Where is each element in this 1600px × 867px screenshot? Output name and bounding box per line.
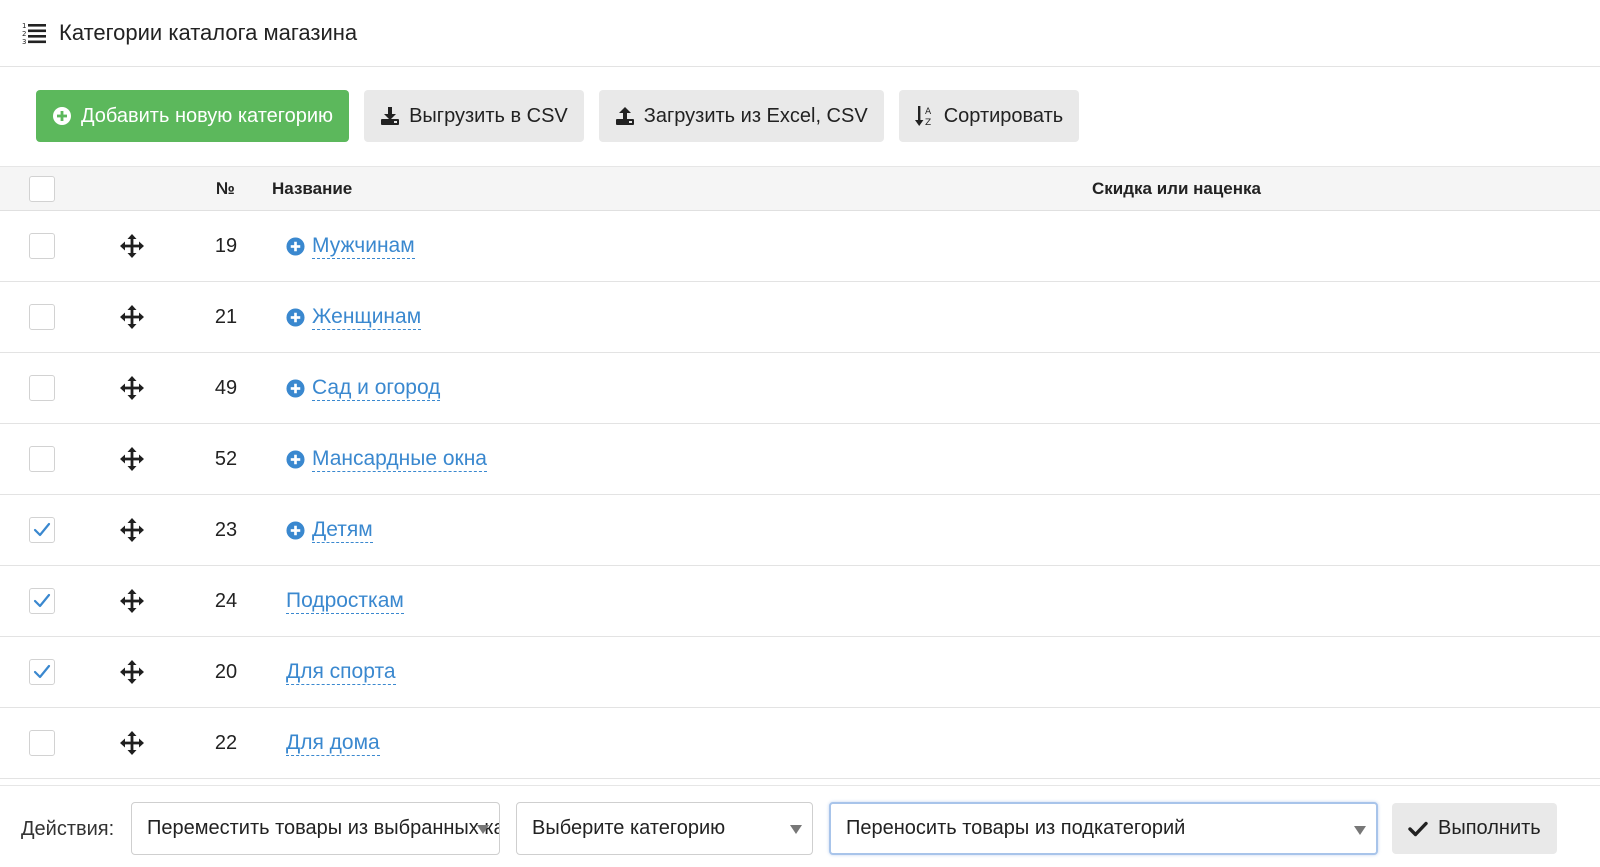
plus-circle-icon bbox=[53, 107, 71, 125]
checkmark-icon bbox=[33, 664, 51, 679]
actions-label: Действия: bbox=[21, 818, 115, 840]
export-csv-label: Выгрузить в CSV bbox=[409, 104, 568, 127]
category-name-link[interactable]: Детям bbox=[312, 518, 373, 543]
add-category-button[interactable]: Добавить новую категорию bbox=[36, 90, 350, 142]
table-row: 52 Мансардные окна bbox=[0, 424, 1600, 495]
table-row: 22 Для дома bbox=[0, 708, 1600, 779]
subcategory-mode-select[interactable]: Переносить товары из подкатегорий bbox=[829, 802, 1378, 855]
drag-move-icon[interactable] bbox=[120, 305, 144, 329]
page-title: Категории каталога магазина bbox=[59, 20, 358, 45]
category-name-link[interactable]: Для спорта bbox=[286, 660, 396, 685]
row-checkbox[interactable] bbox=[29, 517, 55, 543]
row-checkbox[interactable] bbox=[29, 304, 55, 330]
category-name-link[interactable]: Мужчинам bbox=[312, 234, 415, 259]
page-header: 1 2 3 Категории каталога магазина bbox=[0, 0, 1600, 67]
drag-move-icon[interactable] bbox=[120, 234, 144, 258]
svg-text:3: 3 bbox=[22, 38, 26, 45]
add-category-label: Добавить новую категорию bbox=[81, 104, 334, 127]
sort-alpha-icon: A Z bbox=[914, 106, 932, 127]
action-select[interactable]: Переместить товары из выбранных категори… bbox=[131, 802, 500, 855]
checkmark-icon bbox=[33, 593, 51, 608]
sort-label: Сортировать bbox=[943, 104, 1064, 127]
execute-button[interactable]: Выполнить bbox=[1392, 803, 1557, 854]
row-name-cell: Мужчинам bbox=[286, 211, 415, 281]
numbered-list-icon: 1 2 3 bbox=[22, 22, 46, 45]
row-number: 24 bbox=[214, 590, 238, 612]
row-checkbox[interactable] bbox=[29, 659, 55, 685]
column-header-number: № bbox=[216, 179, 235, 198]
drag-move-icon[interactable] bbox=[120, 518, 144, 542]
column-header-name: Название bbox=[272, 179, 353, 198]
row-number: 20 bbox=[214, 661, 238, 683]
dropdown-arrow-icon bbox=[790, 825, 802, 834]
table-row: 20 Для спорта bbox=[0, 637, 1600, 708]
svg-text:1: 1 bbox=[22, 22, 26, 30]
import-excel-csv-button[interactable]: Загрузить из Excel, CSV bbox=[598, 90, 884, 142]
category-name-link[interactable]: Для дома bbox=[286, 731, 380, 756]
expand-plus-icon[interactable] bbox=[286, 236, 305, 256]
action-select-value: Переместить товары из выбранных категори… bbox=[147, 817, 499, 839]
row-number: 19 bbox=[214, 235, 238, 257]
row-number: 22 bbox=[214, 732, 238, 754]
upload-icon bbox=[615, 107, 634, 125]
table-row: 23 Детям bbox=[0, 495, 1600, 566]
svg-text:Z: Z bbox=[925, 118, 931, 127]
row-checkbox[interactable] bbox=[29, 588, 55, 614]
categories-table: № Название Скидка или наценка 19 Мужчина… bbox=[0, 166, 1600, 779]
row-name-cell: Подросткам bbox=[286, 566, 404, 636]
row-name-cell: Сад и огород bbox=[286, 353, 441, 423]
subcategory-mode-value: Переносить товары из подкатегорий bbox=[846, 817, 1186, 839]
table-row: 19 Мужчинам bbox=[0, 211, 1600, 282]
expand-plus-icon[interactable] bbox=[286, 449, 305, 469]
checkmark-icon bbox=[1408, 821, 1428, 836]
table-body: 19 Мужчинам 21 Женщинам 49 Сад и огород … bbox=[0, 211, 1600, 779]
drag-move-icon[interactable] bbox=[120, 447, 144, 471]
column-header-discount: Скидка или наценка bbox=[1092, 179, 1261, 198]
export-csv-button[interactable]: Выгрузить в CSV bbox=[364, 90, 584, 142]
row-number: 23 bbox=[214, 519, 238, 541]
row-checkbox[interactable] bbox=[29, 446, 55, 472]
table-row: 24 Подросткам bbox=[0, 566, 1600, 637]
toolbar: Добавить новую категорию Выгрузить в CSV… bbox=[36, 90, 1080, 142]
row-number: 52 bbox=[214, 448, 238, 470]
row-name-cell: Для дома bbox=[286, 708, 380, 778]
drag-move-icon[interactable] bbox=[120, 376, 144, 400]
table-row: 21 Женщинам bbox=[0, 282, 1600, 353]
expand-plus-icon[interactable] bbox=[286, 307, 305, 327]
sort-button[interactable]: A Z Сортировать bbox=[898, 90, 1080, 142]
expand-plus-icon[interactable] bbox=[286, 520, 305, 540]
drag-move-icon[interactable] bbox=[120, 589, 144, 613]
row-checkbox[interactable] bbox=[29, 233, 55, 259]
svg-text:2: 2 bbox=[22, 30, 26, 38]
dropdown-arrow-icon bbox=[1354, 826, 1366, 835]
select-all-checkbox[interactable] bbox=[29, 176, 55, 202]
target-category-value: Выберите категорию bbox=[532, 817, 726, 839]
category-name-link[interactable]: Сад и огород bbox=[312, 376, 441, 401]
bulk-actions-bar: Действия: Переместить товары из выбранны… bbox=[0, 785, 1600, 867]
row-name-cell: Мансардные окна bbox=[286, 424, 487, 494]
execute-label: Выполнить bbox=[1438, 817, 1541, 839]
row-checkbox[interactable] bbox=[29, 730, 55, 756]
drag-move-icon[interactable] bbox=[120, 660, 144, 684]
target-category-select[interactable]: Выберите категорию bbox=[516, 802, 813, 855]
category-name-link[interactable]: Мансардные окна bbox=[312, 447, 487, 472]
row-name-cell: Для спорта bbox=[286, 637, 396, 707]
category-name-link[interactable]: Подросткам bbox=[286, 589, 404, 614]
dropdown-arrow-icon bbox=[477, 825, 489, 834]
checkmark-icon bbox=[33, 522, 51, 537]
row-checkbox[interactable] bbox=[29, 375, 55, 401]
table-row: 49 Сад и огород bbox=[0, 353, 1600, 424]
category-name-link[interactable]: Женщинам bbox=[312, 305, 422, 330]
row-name-cell: Женщинам bbox=[286, 282, 422, 352]
download-icon bbox=[381, 107, 400, 125]
table-header: № Название Скидка или наценка bbox=[0, 166, 1600, 211]
import-label: Загрузить из Excel, CSV bbox=[643, 104, 868, 127]
row-number: 49 bbox=[214, 377, 238, 399]
expand-plus-icon[interactable] bbox=[286, 378, 305, 398]
row-number: 21 bbox=[214, 306, 238, 328]
svg-text:A: A bbox=[925, 107, 932, 117]
drag-move-icon[interactable] bbox=[120, 731, 144, 755]
row-name-cell: Детям bbox=[286, 495, 373, 565]
